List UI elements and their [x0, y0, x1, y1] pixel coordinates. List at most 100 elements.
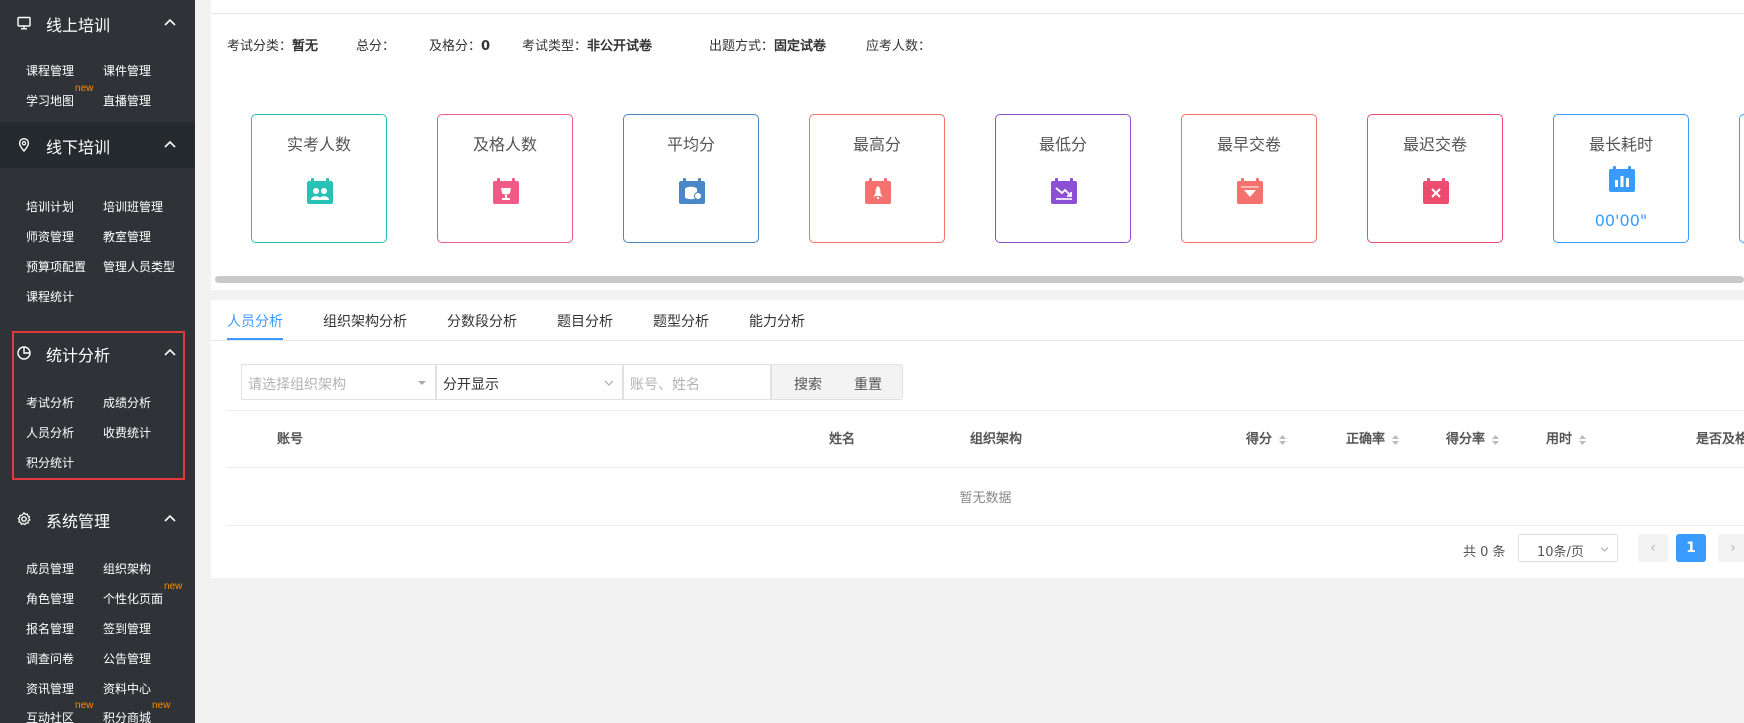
chevron-up-icon[interactable]	[163, 139, 177, 149]
sidebar-section-title: 线上培训	[46, 16, 111, 35]
sidebar-item-course-management[interactable]: 课程管理	[26, 62, 74, 79]
sidebar-section-header-offline-training[interactable]: 线下培训	[0, 122, 195, 168]
column-time-used[interactable]: 用时	[1546, 428, 1587, 447]
sidebar-item-personnel-analysis[interactable]: 人员分析	[26, 424, 74, 441]
stat-card-latest-submit: 最迟交卷	[1367, 114, 1503, 243]
sidebar-item-member-management[interactable]: 成员管理	[26, 560, 74, 577]
sidebar-item-course-statistics[interactable]: 课程统计	[26, 288, 74, 305]
sidebar-item-community[interactable]: 互动社区 new	[26, 700, 93, 723]
column-score[interactable]: 得分	[1246, 428, 1287, 447]
people-calendar-icon	[307, 178, 333, 204]
active-tab-indicator	[227, 338, 283, 340]
sidebar-item-points-statistics[interactable]: 积分统计	[26, 454, 74, 471]
stat-card-partial	[1739, 114, 1744, 243]
display-mode-select[interactable]: 分开显示	[436, 364, 623, 400]
column-account: 账号	[277, 432, 304, 447]
sort-icon	[1392, 434, 1400, 445]
sidebar-item-teacher-management[interactable]: 师资管理	[26, 228, 74, 245]
coins-calendar-icon	[679, 178, 705, 204]
tab-question-analysis[interactable]: 题目分析	[557, 311, 613, 331]
analysis-tabs: 人员分析 组织架构分析 分数段分析 题目分析 题型分析 能力分析	[211, 300, 1744, 341]
keyword-search-input[interactable]: 账号、姓名	[623, 364, 771, 400]
horizontal-scrollbar[interactable]	[215, 276, 1744, 283]
pagination: 共 0 条 10条/页 ‹ 1 ›	[211, 533, 1744, 563]
sidebar-item-training-plan[interactable]: 培训计划	[26, 198, 74, 215]
chevron-down-icon	[604, 380, 614, 386]
sidebar-item-budget-config[interactable]: 预算项配置	[26, 258, 86, 275]
chevron-up-icon[interactable]	[163, 513, 177, 523]
empty-state-text: 暂无数据	[959, 491, 1012, 506]
stat-card-passed-count: 及格人数	[437, 114, 573, 243]
sidebar-item-exam-analysis[interactable]: 考试分析	[26, 394, 74, 411]
sidebar-section-header-system[interactable]: 系统管理	[0, 496, 195, 542]
sidebar-item-classroom-management[interactable]: 教室管理	[103, 228, 151, 245]
stat-card-actual-examinees: 实考人数	[251, 114, 387, 243]
sidebar-item-staff-type[interactable]: 管理人员类型	[103, 258, 175, 275]
sidebar-item-role-management[interactable]: 角色管理	[26, 590, 74, 607]
sidebar-item-label: 学习地图	[26, 94, 75, 108]
sidebar-item-org-structure[interactable]: 组织架构	[103, 560, 151, 577]
sidebar-item-score-analysis[interactable]: 成绩分析	[103, 394, 151, 411]
sidebar-item-custom-page[interactable]: 个性化页面 new	[103, 581, 182, 607]
table-header: 账号 姓名 组织架构 得分 正确率 得分率 用时 是否及格	[227, 410, 1744, 468]
sidebar: 线上培训 课程管理 课件管理 学习地图 new 直播管理 线下培训 培训计划 培训…	[0, 0, 195, 723]
table-empty-row: 暂无数据	[227, 467, 1744, 526]
sidebar-item-registration[interactable]: 报名管理	[26, 620, 74, 637]
trend-down-calendar-icon	[1051, 178, 1077, 204]
column-passed: 是否及格	[1696, 432, 1744, 447]
column-org: 组织架构	[970, 432, 1023, 447]
new-badge: new	[75, 700, 94, 711]
column-accuracy[interactable]: 正确率	[1346, 428, 1400, 447]
tab-question-type-analysis[interactable]: 题型分析	[653, 311, 709, 331]
stat-card-highest-score: 最高分	[809, 114, 945, 243]
sidebar-item-live-management[interactable]: 直播管理	[103, 92, 151, 109]
next-page-button[interactable]: ›	[1718, 534, 1744, 562]
sidebar-item-survey[interactable]: 调查问卷	[26, 650, 74, 667]
chevron-up-icon[interactable]	[163, 17, 177, 27]
sidebar-item-courseware-management[interactable]: 课件管理	[103, 62, 151, 79]
sidebar-item-points-mall[interactable]: 积分商城 new	[103, 700, 170, 723]
sidebar-section-title: 系统管理	[46, 512, 111, 531]
sidebar-item-label: 积分商城	[103, 711, 152, 723]
sidebar-section-header-online-training[interactable]: 线上培训	[0, 0, 195, 46]
page-size-select[interactable]: 10条/页	[1518, 534, 1618, 562]
bar-chart-calendar-icon	[1609, 166, 1635, 192]
sidebar-section-system: 系统管理	[0, 496, 195, 542]
tab-score-range-analysis[interactable]: 分数段分析	[447, 311, 517, 331]
sort-icon	[1279, 434, 1287, 445]
stat-card-average-score: 平均分	[623, 114, 759, 243]
sidebar-item-announcement[interactable]: 公告管理	[103, 650, 151, 667]
sidebar-item-learning-map[interactable]: 学习地图 new	[26, 83, 93, 109]
reset-button[interactable]: 重置	[854, 374, 882, 394]
exam-pass-score: 及格分：0	[429, 39, 491, 54]
tab-org-analysis[interactable]: 组织架构分析	[323, 311, 407, 331]
sort-icon	[1579, 434, 1587, 445]
divider	[211, 13, 1744, 14]
column-score-rate[interactable]: 得分率	[1446, 428, 1500, 447]
org-structure-select[interactable]: 请选择组织架构	[241, 364, 436, 400]
sidebar-item-fee-statistics[interactable]: 收费统计	[103, 424, 151, 441]
analysis-panel: 人员分析 组织架构分析 分数段分析 题目分析 题型分析 能力分析 请选择组织架构…	[211, 300, 1744, 578]
sidebar-item-class-management[interactable]: 培训班管理	[103, 198, 163, 215]
prev-page-button[interactable]: ‹	[1638, 534, 1668, 562]
current-page-button[interactable]: 1	[1676, 534, 1706, 562]
sidebar-item-news[interactable]: 资讯管理	[26, 680, 74, 697]
sidebar-item-check-in[interactable]: 签到管理	[103, 620, 151, 637]
filter-button-group: 搜索 重置	[771, 364, 903, 400]
pie-chart-icon	[17, 346, 31, 360]
trophy-calendar-icon	[493, 178, 519, 204]
sidebar-section-online-training: 线上培训	[0, 0, 195, 46]
stat-card-earliest-submit: 最早交卷	[1181, 114, 1317, 243]
sidebar-item-resource-center[interactable]: 资料中心	[103, 680, 151, 697]
tab-ability-analysis[interactable]: 能力分析	[749, 311, 805, 331]
tab-personnel-analysis[interactable]: 人员分析	[227, 311, 283, 331]
settings-icon	[17, 511, 31, 526]
monitor-icon	[17, 16, 31, 30]
chevron-up-icon[interactable]	[163, 347, 177, 357]
sidebar-section-header-statistics[interactable]: 统计分析	[0, 330, 195, 376]
caret-down-icon	[418, 381, 426, 385]
search-button[interactable]: 搜索	[794, 374, 822, 394]
exam-expected-count: 应考人数：	[866, 39, 932, 54]
column-name: 姓名	[829, 432, 856, 447]
arrow-down-calendar-icon	[1237, 178, 1263, 204]
